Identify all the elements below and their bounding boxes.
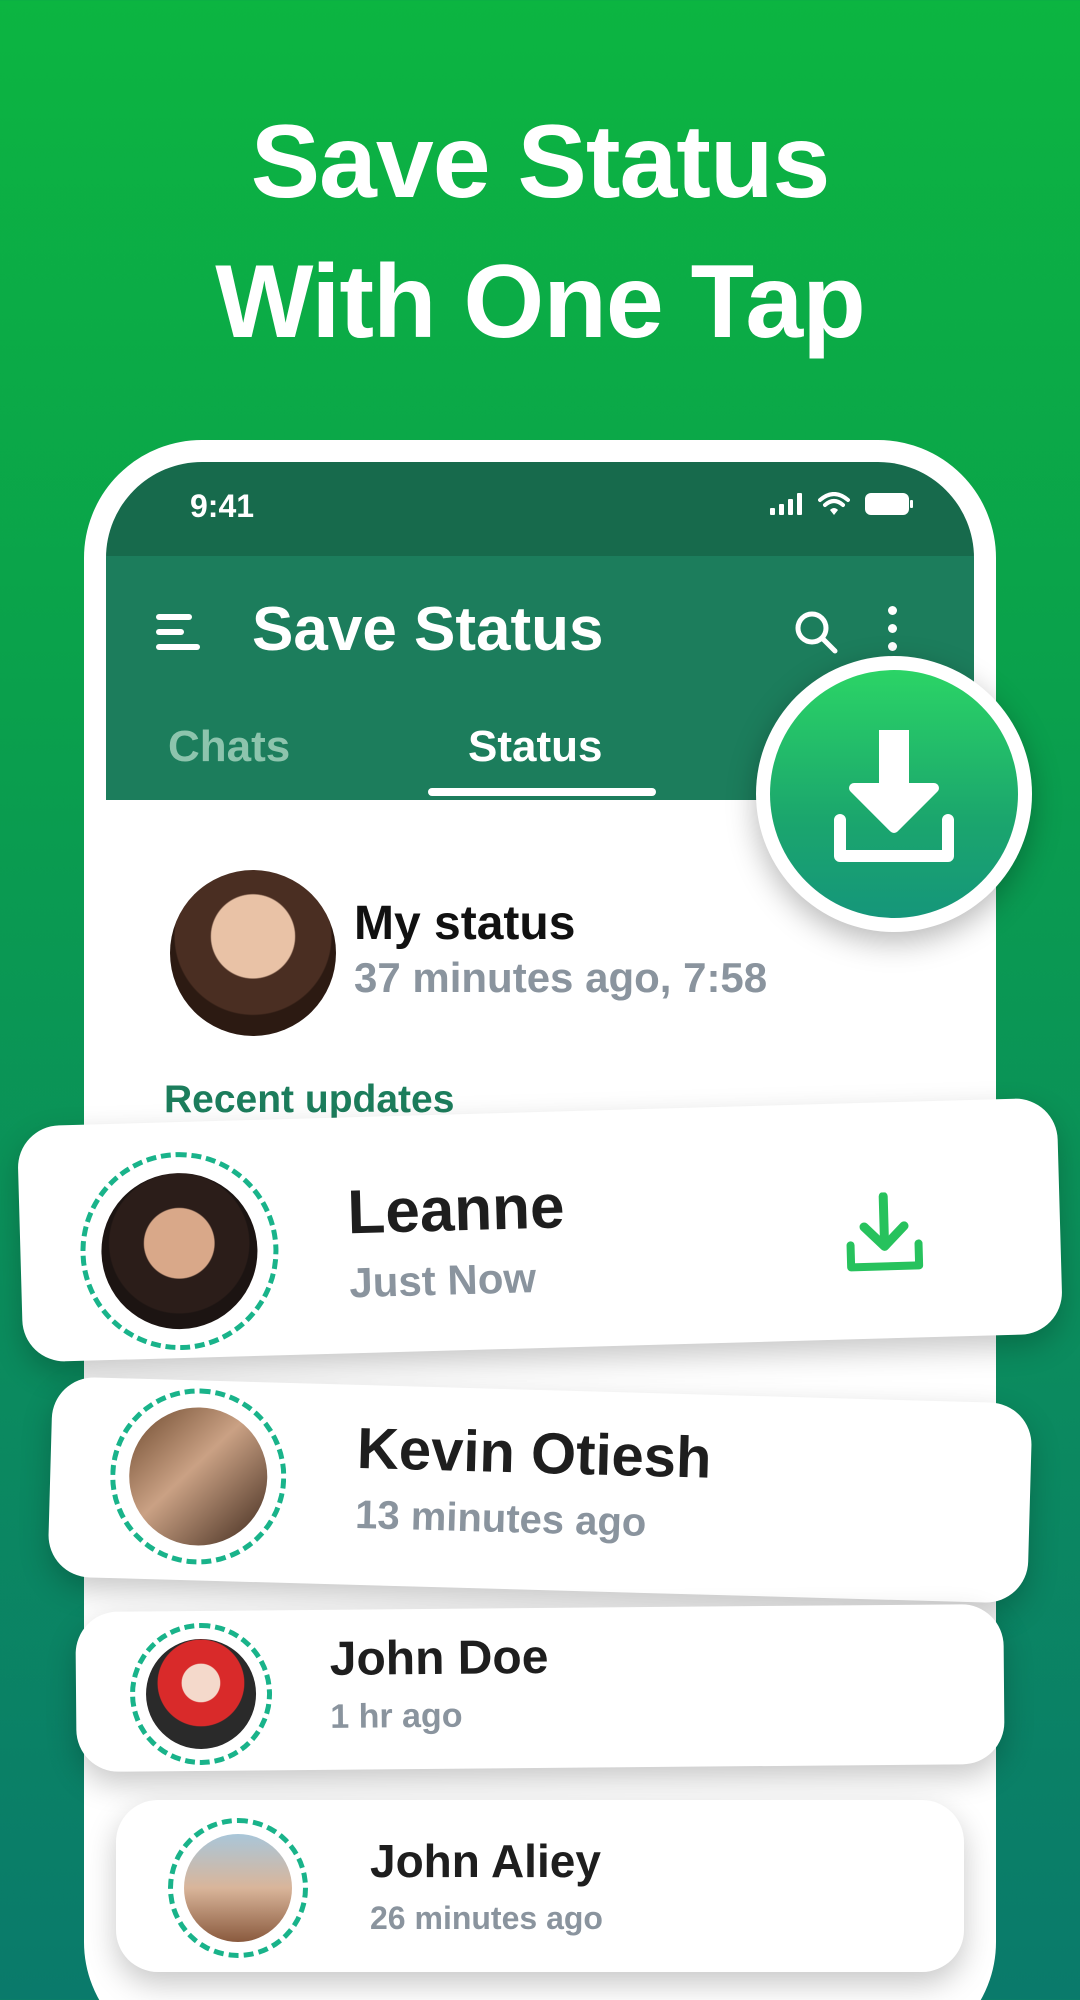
tab-status-indicator bbox=[428, 788, 656, 796]
status-ring bbox=[129, 1622, 273, 1766]
my-status-name[interactable]: My status bbox=[354, 896, 575, 951]
list-item[interactable]: John Doe 1 hr ago bbox=[75, 1603, 1005, 1773]
tab-chats[interactable]: Chats bbox=[168, 722, 290, 772]
headline-line-1: Save Status bbox=[250, 104, 831, 220]
status-time: 26 minutes ago bbox=[370, 1900, 603, 1936]
headline-line-2: With One Tap bbox=[215, 244, 866, 360]
avatar bbox=[145, 1638, 257, 1750]
tab-status[interactable]: Status bbox=[468, 722, 602, 772]
list-item[interactable]: Kevin Otiesh 13 minutes ago bbox=[47, 1376, 1033, 1604]
status-ring bbox=[77, 1149, 282, 1353]
status-time: 9:41 bbox=[190, 488, 255, 524]
status-time: Just Now bbox=[348, 1254, 537, 1307]
status-ring bbox=[107, 1386, 289, 1567]
contact-name: John Doe bbox=[329, 1630, 549, 1686]
list-item[interactable]: Leanne Just Now bbox=[16, 1097, 1064, 1363]
avatar bbox=[184, 1834, 292, 1942]
download-badge[interactable] bbox=[756, 656, 1032, 932]
app-title: Save Status bbox=[252, 595, 604, 664]
wifi-icon bbox=[818, 492, 850, 515]
avatar bbox=[99, 1170, 260, 1332]
status-time: 1 hr ago bbox=[330, 1696, 463, 1736]
my-status-time: 37 minutes ago, 7:58 bbox=[354, 954, 768, 1001]
battery-icon bbox=[865, 493, 913, 515]
status-time: 13 minutes ago bbox=[354, 1492, 647, 1545]
menu-icon[interactable] bbox=[156, 608, 204, 656]
status-ring bbox=[168, 1818, 308, 1958]
contact-name: Kevin Otiesh bbox=[356, 1415, 713, 1491]
list-item[interactable]: John Aliey 26 minutes ago bbox=[116, 1800, 964, 1972]
headline: Save Status With One Tap bbox=[0, 92, 1080, 372]
signal-icon bbox=[770, 493, 802, 515]
download-icon[interactable] bbox=[841, 1191, 927, 1277]
my-status-avatar[interactable] bbox=[170, 870, 336, 1036]
avatar bbox=[127, 1405, 270, 1548]
search-icon[interactable] bbox=[792, 608, 840, 656]
download-icon bbox=[834, 730, 954, 862]
more-options-icon[interactable] bbox=[884, 604, 900, 656]
contact-name: Leanne bbox=[346, 1172, 566, 1248]
contact-name: John Aliey bbox=[370, 1835, 601, 1887]
status-bar: 9:41 bbox=[106, 462, 974, 556]
